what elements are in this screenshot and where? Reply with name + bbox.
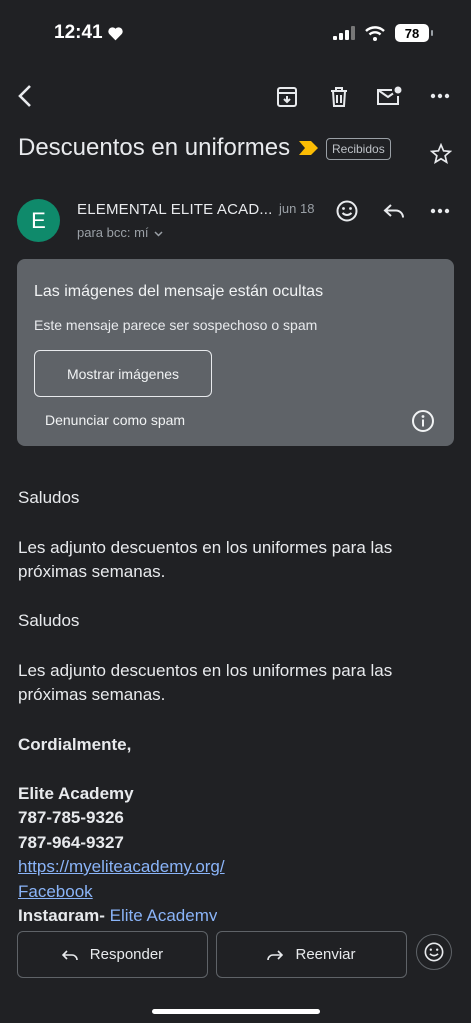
instagram-label: Instagram [18,906,100,921]
emoji-smile-icon [424,942,444,962]
forward-icon [267,949,284,960]
status-time: 12:41 [54,22,124,44]
forward-button[interactable]: Reenviar [216,931,407,978]
important-marker-icon[interactable] [298,139,320,162]
report-spam-button[interactable]: Denunciar como spam [45,412,185,428]
reply-icon [61,949,78,960]
email-subject: Descuentos en uniformes [18,134,291,161]
signal-icon [333,26,355,40]
mail-unread-icon [377,86,402,105]
more-horizontal-icon [430,208,450,214]
signature-phone: 787-785-9326 [18,808,124,827]
body-greeting: Saludos [18,611,80,630]
email-date: jun 18 [279,201,315,216]
react-button[interactable] [330,194,364,228]
signature-name: Elite Academy [18,784,134,803]
sender-avatar[interactable]: E [17,199,60,242]
recipient-details[interactable]: para bcc: mí [77,225,163,240]
inbox-label-chip[interactable]: Recibidos [326,138,391,160]
respond-button[interactable]: Responder [17,931,208,978]
sender-name[interactable]: ELEMENTAL ELITE ACAD... [77,201,273,218]
signature-phone: 787-964-9327 [18,833,124,852]
warning-subtitle: Este mensaje parece ser sospechoso o spa… [34,317,318,333]
facebook-link[interactable]: Facebook [18,880,93,904]
body-paragraph: Les adjunto descuentos en los uniformes … [18,538,393,581]
forward-label: Reenviar [295,946,356,963]
star-icon [430,143,452,164]
warning-title: Las imágenes del mensaje están ocultas [34,283,324,300]
reply-icon [383,204,404,218]
instagram-line: Instagram- Elite Academy [18,904,217,921]
archive-button[interactable] [270,80,304,114]
respond-label: Responder [89,946,164,963]
instagram-separator: - [99,906,110,921]
body-greeting: Saludos [18,488,80,507]
more-horizontal-icon [430,93,450,99]
archive-icon [277,87,297,107]
wifi-icon [365,25,385,41]
chevron-down-icon [154,231,163,237]
reply-button[interactable] [377,194,411,228]
message-more-button[interactable] [423,194,457,228]
info-icon[interactable] [411,409,435,438]
heart-icon [107,26,123,40]
hidden-images-warning: Las imágenes del mensaje están ocultas E… [17,259,454,446]
back-arrow-icon [18,85,31,107]
more-options-button[interactable] [423,79,457,113]
emoji-smile-icon [336,200,358,222]
emoji-reaction-button[interactable] [416,934,452,970]
body-paragraph: Les adjunto descuentos en los uniformes … [18,661,393,704]
instagram-link[interactable]: Elite Academy [110,906,218,921]
delete-button[interactable] [322,80,356,114]
website-link[interactable]: https://myeliteacademy.org/ [18,855,225,879]
battery-indicator: 78 [395,24,433,42]
status-indicators: 78 [333,24,433,42]
star-button[interactable] [424,137,458,171]
recipient-text: para bcc: mí [77,225,149,240]
home-indicator[interactable] [152,1009,320,1014]
back-button[interactable] [8,79,42,113]
body-closing: Cordialmente, [18,735,132,754]
show-images-button[interactable]: Mostrar imágenes [34,350,212,397]
trash-icon [331,87,347,107]
mark-unread-button[interactable] [372,79,406,113]
